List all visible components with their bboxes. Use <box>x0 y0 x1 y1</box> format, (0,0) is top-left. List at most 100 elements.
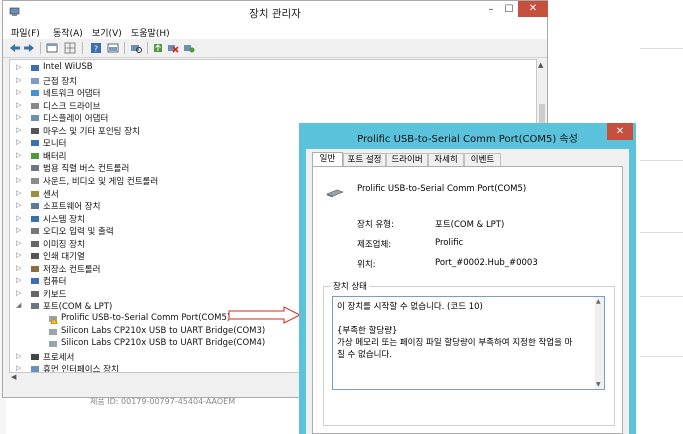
device-type-value: 포트(COM & LPT) <box>435 220 505 230</box>
close-button[interactable]: ✕ <box>518 1 548 17</box>
tab-driver[interactable]: 드라이버 <box>386 153 428 166</box>
forward-arrow-icon[interactable] <box>23 42 35 54</box>
tree-item-label: 인쇄 대기열 <box>43 252 85 263</box>
tree-item-label: 시스템 장치 <box>43 214 85 225</box>
device-icon <box>31 253 39 260</box>
expand-arrow-icon[interactable]: ▷ <box>16 214 24 222</box>
tree-item-label: 프로세서 <box>43 352 75 363</box>
location-label: 위치: <box>357 260 376 270</box>
device-icon <box>31 228 39 235</box>
status-line: 가상 메모리 또는 페이징 파일 할당량이 부족하여 지정한 작업을 마 <box>337 338 573 348</box>
expand-arrow-icon[interactable]: ▷ <box>16 251 24 259</box>
tree-category-item[interactable]: ▷ 네트워크 어댑터 <box>10 87 530 99</box>
console-icon[interactable] <box>107 42 119 54</box>
port-device-icon <box>326 189 344 198</box>
tree-category-item[interactable]: ▷ 디스크 드라이브 <box>10 100 530 112</box>
device-icon <box>31 115 39 122</box>
expand-arrow-icon[interactable]: ▷ <box>16 126 24 134</box>
tree-item-label: 오디오 입력 및 출력 <box>43 227 114 238</box>
tab-port-settings[interactable]: 포트 설정 <box>343 153 386 166</box>
tree-item-label: 근접 장치 <box>43 76 77 87</box>
expand-arrow-icon[interactable]: ▷ <box>16 151 24 159</box>
dialog-titlebar[interactable]: Prolific USB-to-Serial Comm Port(COM5) 속… <box>299 123 636 149</box>
status-line: 칠 수 없습니다. <box>337 350 393 360</box>
scroll-left-icon[interactable]: ◀ <box>11 373 16 381</box>
device-icon <box>31 177 39 184</box>
tree-item-label: 모니터 <box>43 139 67 150</box>
manufacturer-value: Prolific <box>435 238 464 248</box>
menu-action[interactable]: 동작(A) <box>53 26 83 39</box>
tab-details[interactable]: 자세히 <box>428 153 464 166</box>
toolbar-separator <box>40 42 41 54</box>
tree-item-label: 마우스 및 기타 포인팅 장치 <box>43 126 140 137</box>
collapse-arrow-icon[interactable]: ◢ <box>16 301 24 309</box>
device-status-textbox[interactable]: 이 장치를 시작할 수 없습니다. (코드 10) {부족한 할당량} 가상 메… <box>332 296 605 390</box>
expand-arrow-icon[interactable]: ▷ <box>16 201 24 209</box>
expand-arrow-icon[interactable]: ▷ <box>16 63 24 71</box>
tree-item-label: 이미징 장치 <box>43 239 85 250</box>
expand-arrow-icon[interactable]: ▷ <box>16 289 24 297</box>
device-manager-titlebar[interactable]: 장치 관리자 – ☐ ✕ <box>3 1 548 23</box>
tree-item-label: Silicon Labs CP210x USB to UART Bridge(C… <box>61 338 266 349</box>
tree-item-label: 배터리 <box>43 151 67 162</box>
bg-divider <box>640 160 683 161</box>
dialog-close-button[interactable]: ✕ <box>607 123 633 140</box>
expand-arrow-icon[interactable]: ▷ <box>16 352 24 360</box>
menu-view[interactable]: 보기(V) <box>92 26 122 39</box>
grid-view-icon[interactable] <box>64 42 76 54</box>
tab-events[interactable]: 이벤트 <box>464 153 501 166</box>
bg-divider <box>640 356 683 357</box>
expand-arrow-icon[interactable]: ▷ <box>16 101 24 109</box>
toolbar-separator <box>82 42 83 54</box>
update-driver-icon[interactable] <box>152 42 164 54</box>
device-icon <box>31 353 39 360</box>
tree-item-label: Intel WiUSB <box>43 62 93 72</box>
tree-item-label: 포트(COM & LPT) <box>43 302 113 313</box>
general-tab-panel: Prolific USB-to-Serial Comm Port(COM5) 장… <box>312 166 623 434</box>
scroll-up-icon[interactable]: ▲ <box>596 298 601 305</box>
menu-file[interactable]: 파일(F) <box>11 26 40 39</box>
device-icon <box>31 90 39 97</box>
expand-arrow-icon[interactable]: ▷ <box>16 113 24 121</box>
scroll-down-icon[interactable]: ▼ <box>596 381 601 388</box>
minimize-button[interactable]: – <box>482 1 500 19</box>
tree-category-item[interactable]: ▷ Intel WiUSB <box>10 62 530 74</box>
maximize-button[interactable]: ☐ <box>500 1 518 19</box>
tree-item-label: Silicon Labs CP210x USB to UART Bridge(C… <box>61 325 266 336</box>
status-scrollbar[interactable]: ▲ ▼ <box>595 297 604 389</box>
device-icon <box>31 290 39 297</box>
expand-arrow-icon[interactable]: ▷ <box>16 138 24 146</box>
expand-arrow-icon[interactable]: ▷ <box>16 264 24 272</box>
expand-arrow-icon[interactable]: ▷ <box>16 88 24 96</box>
tree-item-label: 컴퓨터 <box>43 277 67 288</box>
expand-arrow-icon[interactable]: ▷ <box>16 276 24 284</box>
scan-hardware-icon[interactable] <box>130 42 142 54</box>
device-icon <box>31 152 39 159</box>
expand-arrow-icon[interactable]: ▷ <box>16 163 24 171</box>
device-icon <box>31 127 39 134</box>
device-icon <box>49 341 57 348</box>
tree-item-label: 사운드, 비디오 및 게임 컨트롤러 <box>43 176 159 187</box>
device-icon <box>31 215 39 222</box>
expand-arrow-icon[interactable]: ▷ <box>16 76 24 84</box>
menu-help[interactable]: 도움말(H) <box>131 26 170 39</box>
expand-arrow-icon[interactable]: ▷ <box>16 189 24 197</box>
tree-category-item[interactable]: ▷ 근접 장치 <box>10 75 530 87</box>
uninstall-device-icon[interactable] <box>167 42 179 54</box>
back-arrow-icon[interactable] <box>9 42 21 54</box>
tab-general[interactable]: 일반 <box>312 152 343 167</box>
window-title: 장치 관리자 <box>249 8 301 20</box>
expand-arrow-icon[interactable]: ▷ <box>16 364 24 372</box>
expand-arrow-icon[interactable]: ▷ <box>16 239 24 247</box>
expand-arrow-icon[interactable]: ▷ <box>16 226 24 234</box>
bg-divider <box>640 296 683 297</box>
scroll-up-icon[interactable]: ▲ <box>538 61 543 69</box>
expand-arrow-icon[interactable]: ▷ <box>16 176 24 184</box>
tree-item-label: 범용 직렬 버스 컨트롤러 <box>43 164 130 175</box>
tree-item-label: 디스크 드라이브 <box>43 101 101 112</box>
help-icon[interactable]: ? <box>90 42 102 54</box>
toolbar-separator <box>147 42 148 54</box>
device-icon <box>31 366 39 372</box>
enable-device-icon[interactable] <box>183 42 195 54</box>
properties-view-icon[interactable] <box>46 42 58 54</box>
